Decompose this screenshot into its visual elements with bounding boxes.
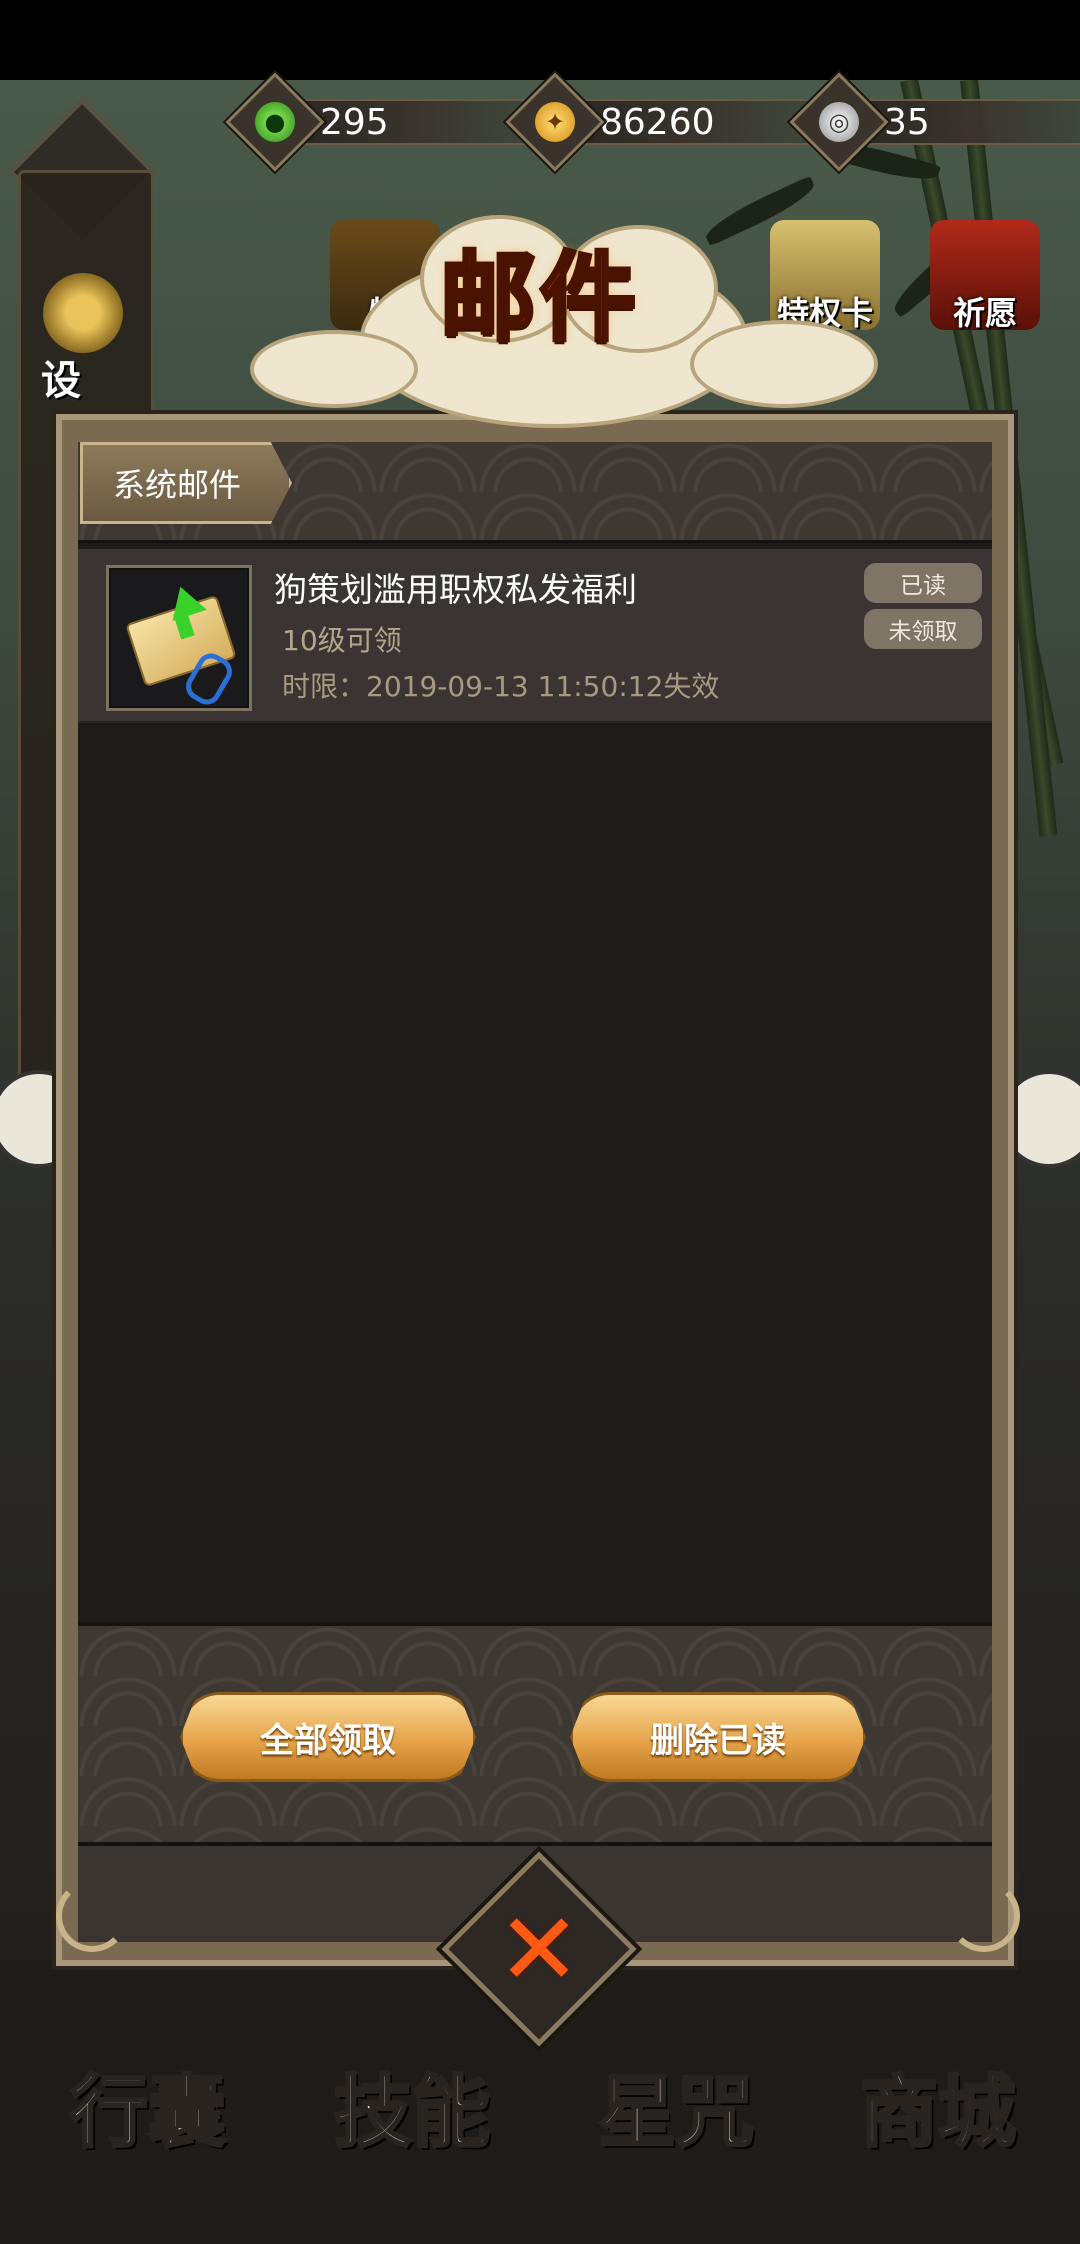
settings-gear-icon[interactable] [43, 273, 123, 353]
top-menu-item-wish[interactable]: 祈愿 [930, 220, 1040, 332]
bottom-menu-skills[interactable]: 技能 [332, 2050, 491, 2162]
window-title: 邮件 [438, 240, 640, 356]
tab-system-mail[interactable]: 系统邮件 [80, 442, 292, 524]
mail-title: 狗策划滥用职权私发福利 [274, 570, 637, 609]
mail-attachment-icon [106, 565, 252, 711]
mail-actions: 全部领取 删除已读 [78, 1626, 992, 1842]
bottom-menu-bag[interactable]: 行囊 [68, 2050, 227, 2162]
gold-coin-icon: ✦ [535, 102, 575, 142]
resource-gold: ✦ 86260 [505, 72, 820, 172]
silver-value: 35 [856, 99, 1080, 145]
read-status-badge: 已读 [864, 563, 982, 603]
claim-all-button[interactable]: 全部领取 [180, 1692, 476, 1782]
mail-window: 系统邮件 狗策划滥用职权私发福利 10级可领 时限：2019-09-13 11:… [52, 410, 1018, 1970]
mail-item[interactable]: 狗策划滥用职权私发福利 10级可领 时限：2019-09-13 11:50:12… [78, 549, 992, 723]
silver-coin-icon: ◎ [819, 102, 859, 142]
claim-status-badge: 未领取 [864, 609, 982, 649]
corner-ornament [56, 1880, 128, 1952]
top-menu-label: 祈愿 [952, 294, 1017, 332]
corner-ornament [948, 1880, 1020, 1952]
resource-silver: ◎ 35 [789, 72, 1080, 172]
jade-value: 295 [292, 99, 540, 145]
title-cloud [250, 330, 418, 408]
settings-label: 设 [41, 358, 81, 404]
divider [78, 1842, 992, 1846]
bottom-menu-spells[interactable]: 星咒 [596, 2050, 755, 2162]
top-menu-item-card[interactable]: 特权卡 [770, 220, 880, 332]
mail-expiry: 时限：2019-09-13 11:50:12失效 [282, 670, 720, 703]
mail-list[interactable]: 狗策划滥用职权私发福利 10级可领 时限：2019-09-13 11:50:12… [78, 540, 992, 1623]
jade-icon: ● [255, 102, 295, 142]
gold-value: 86260 [572, 99, 820, 145]
status-bar [0, 0, 1080, 80]
bottom-menu-shop[interactable]: 商城 [858, 2050, 1017, 2162]
title-cloud [690, 320, 878, 408]
delete-read-button[interactable]: 删除已读 [570, 1692, 866, 1782]
close-icon[interactable]: ✕ [470, 1880, 608, 2018]
resource-jade: ● 295 [225, 72, 540, 172]
mail-requirement: 10级可领 [282, 624, 402, 657]
